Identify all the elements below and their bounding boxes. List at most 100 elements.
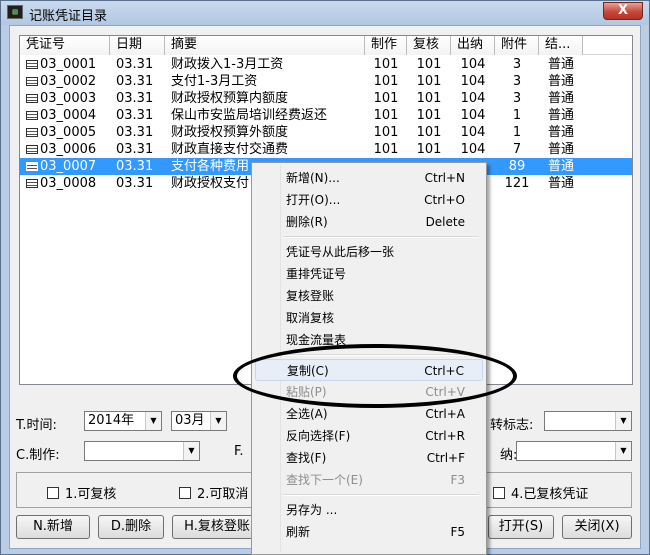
cell-maker: 101 bbox=[373, 142, 399, 157]
cell-date: 03.31 bbox=[116, 74, 154, 89]
maker-dropdown-icon[interactable]: ▼ bbox=[183, 442, 199, 460]
column-header[interactable]: 摘要 bbox=[165, 36, 365, 55]
menu-item[interactable]: 新增(N)... Ctrl+N bbox=[255, 167, 483, 189]
voucher-icon bbox=[26, 145, 38, 154]
cell-id: 03_0006 bbox=[20, 141, 110, 158]
checkbox-label: 4.已复核凭证 bbox=[511, 487, 589, 502]
cell-date: 03.31 bbox=[116, 142, 154, 157]
column-header[interactable]: 结... bbox=[539, 36, 583, 55]
menu-item-label: 重排凭证号 bbox=[286, 267, 347, 281]
close-button[interactable]: 关闭(X) bbox=[562, 515, 632, 539]
checkbox-reviewed-vouchers[interactable]: 4.已复核凭证 bbox=[493, 483, 588, 502]
month-select[interactable]: 03月 ▼ bbox=[171, 411, 227, 431]
cell-date: 03.31 bbox=[116, 108, 154, 123]
open-button[interactable]: 打开(S) bbox=[488, 515, 554, 539]
cell-reviewer: 101 bbox=[416, 91, 442, 106]
cell-maker: 101 bbox=[373, 74, 399, 89]
cell-cashier: 104 bbox=[460, 125, 486, 140]
checkbox-box[interactable] bbox=[179, 487, 191, 499]
cell-id: 03_0005 bbox=[20, 124, 110, 141]
maker-select[interactable]: ▼ bbox=[84, 441, 200, 461]
menu-item[interactable]: 现金流量表 bbox=[255, 329, 483, 351]
cell-status: 普通 bbox=[547, 125, 574, 140]
cell-id: 03_0003 bbox=[20, 90, 110, 107]
menu-item[interactable]: 删除(R) Delete bbox=[255, 211, 483, 233]
checkbox-box[interactable] bbox=[493, 487, 505, 499]
cell-reviewer: 101 bbox=[416, 108, 442, 123]
menu-item-label: 查找下一个(E) bbox=[286, 473, 363, 487]
checkbox-label: 2.可取消 bbox=[197, 487, 249, 502]
cell-cashier: 104 bbox=[460, 91, 486, 106]
cashier-dropdown-icon[interactable]: ▼ bbox=[615, 442, 631, 460]
menu-item-label: 删除(R) bbox=[286, 215, 328, 229]
menu-item[interactable]: 复制(C) Ctrl+C bbox=[255, 359, 483, 381]
year-dropdown-icon[interactable]: ▼ bbox=[145, 412, 161, 430]
checkbox-box[interactable] bbox=[47, 487, 59, 499]
delete-button[interactable]: D.删除 bbox=[98, 515, 164, 539]
voucher-icon bbox=[26, 162, 38, 171]
voucher-number: 03_0002 bbox=[40, 74, 97, 89]
table-row[interactable]: 03_0006 03.31 财政直接支付交通费 101 101 104 7 普通 bbox=[20, 141, 632, 158]
table-row[interactable]: 03_0005 03.31 财政授权预算外额度 101 101 104 1 普通 bbox=[20, 124, 632, 141]
menu-item[interactable]: 凭证号从此后移一张 bbox=[255, 241, 483, 263]
cell-attach: 121 bbox=[504, 176, 530, 191]
app-icon: ▤ bbox=[7, 5, 23, 19]
column-header[interactable]: 出纳 bbox=[451, 36, 495, 55]
table-row[interactable]: 03_0003 03.31 财政授权预算内额度 101 101 104 3 普通 bbox=[20, 90, 632, 107]
menu-item[interactable]: 查找(F) Ctrl+F bbox=[255, 447, 483, 469]
month-dropdown-icon[interactable]: ▼ bbox=[210, 412, 226, 430]
menu-item[interactable]: 重排凭证号 bbox=[255, 263, 483, 285]
cell-attach: 1 bbox=[512, 125, 522, 140]
column-header[interactable]: 制作 bbox=[365, 36, 407, 55]
cell-id: 03_0007 bbox=[20, 158, 110, 175]
menu-item-label: 刷新 bbox=[286, 525, 311, 539]
cell-maker: 101 bbox=[373, 57, 399, 72]
menu-item[interactable]: 复核登账 bbox=[255, 285, 483, 307]
menu-item[interactable]: 刷新 F5 bbox=[255, 521, 483, 543]
menu-item-label: 复核登账 bbox=[286, 289, 335, 303]
review-button[interactable]: H.复核登账 bbox=[172, 515, 262, 539]
menu-item[interactable]: 反向选择(F) Ctrl+R bbox=[255, 425, 483, 447]
cell-attach: 89 bbox=[508, 159, 526, 174]
cell-status: 普通 bbox=[547, 142, 574, 157]
menu-item-label: 查找(F) bbox=[286, 451, 327, 465]
cell-status: 普通 bbox=[547, 57, 574, 72]
menu-item-label: 打开(O)... bbox=[286, 193, 341, 207]
cell-attach: 3 bbox=[512, 91, 522, 106]
checkbox-can-review[interactable]: 1.可复核 bbox=[47, 483, 116, 502]
column-header[interactable]: 附件 bbox=[495, 36, 539, 55]
voucher-icon bbox=[26, 111, 38, 120]
menu-item[interactable]: 取消复核 bbox=[255, 307, 483, 329]
window-close-button[interactable]: X bbox=[603, 2, 643, 20]
mark-dropdown-icon[interactable]: ▼ bbox=[615, 412, 631, 430]
cell-summary: 财政直接支付交通费 bbox=[171, 142, 289, 157]
cell-attach: 3 bbox=[512, 57, 522, 72]
year-select[interactable]: 2014年 ▼ bbox=[84, 411, 162, 431]
menu-item-shortcut: F5 bbox=[450, 525, 465, 539]
menu-item-shortcut: F3 bbox=[450, 473, 465, 487]
menu-item[interactable]: 全选(A) Ctrl+A bbox=[255, 403, 483, 425]
cell-id: 03_0008 bbox=[20, 175, 110, 192]
checkbox-can-cancel[interactable]: 2.可取消 bbox=[179, 483, 248, 502]
cell-cashier: 104 bbox=[460, 57, 486, 72]
mark-select[interactable]: ▼ bbox=[544, 411, 632, 431]
table-row[interactable]: 03_0002 03.31 支付1-3月工资 101 101 104 3 普通 bbox=[20, 73, 632, 90]
cell-reviewer: 101 bbox=[416, 125, 442, 140]
menu-item[interactable]: 另存为 ... bbox=[255, 499, 483, 521]
cell-date: 03.31 bbox=[116, 159, 154, 174]
cell-cashier: 104 bbox=[460, 74, 486, 89]
column-header[interactable]: 复核 bbox=[407, 36, 451, 55]
menu-item-shortcut: Ctrl+N bbox=[424, 171, 465, 185]
year-value: 2014年 bbox=[88, 413, 135, 428]
cell-status: 普通 bbox=[547, 91, 574, 106]
column-header[interactable]: 凭证号 bbox=[20, 36, 110, 55]
cashier-select[interactable]: ▼ bbox=[516, 441, 632, 461]
menu-item-label: 复制(C) bbox=[287, 364, 329, 378]
title-bar[interactable]: ▤ 记账凭证目录 X bbox=[1, 1, 649, 25]
table-row[interactable]: 03_0001 03.31 财政拨入1-3月工资 101 101 104 3 普通 bbox=[20, 56, 632, 73]
column-header[interactable]: 日期 bbox=[110, 36, 165, 55]
new-button[interactable]: N.新增 bbox=[16, 515, 90, 539]
table-row[interactable]: 03_0004 03.31 保山市安监局培训经费返还 101 101 104 1 普通 bbox=[20, 107, 632, 124]
menu-item-label: 全选(A) bbox=[286, 407, 328, 421]
menu-item[interactable]: 打开(O)... Ctrl+O bbox=[255, 189, 483, 211]
